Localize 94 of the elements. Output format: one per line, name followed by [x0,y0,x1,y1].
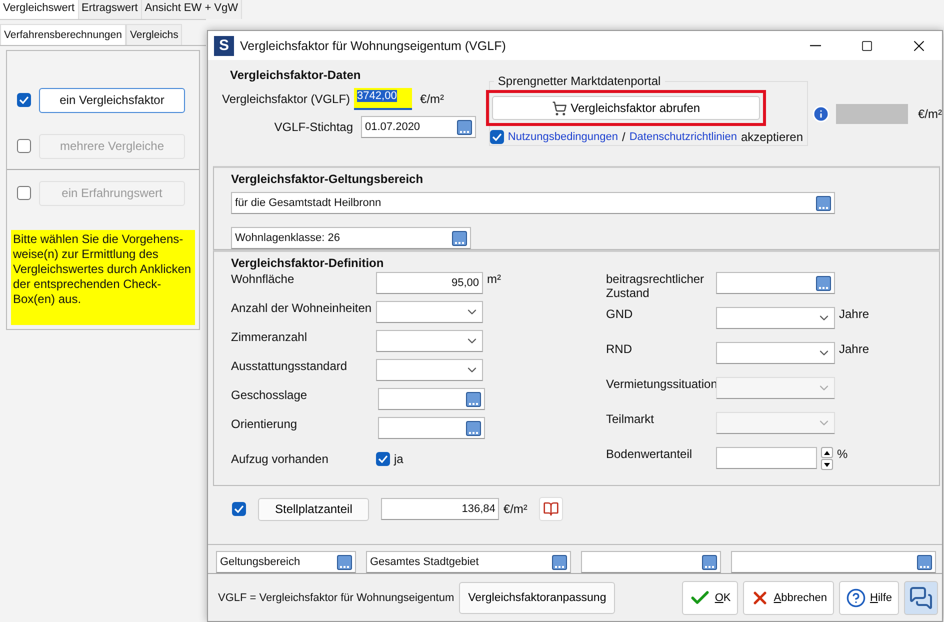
tab[interactable]: Vergleichswert [0,0,79,19]
field-label: Wohnfläche [231,272,296,286]
lookup-field[interactable] [716,272,835,294]
dropdown-field[interactable] [376,330,483,352]
field-label: VGLF-Stichtag [273,120,354,134]
checkbox[interactable] [17,93,31,107]
checkbox[interactable] [232,502,246,516]
section-heading: Vergleichsfaktor-Definition [231,256,385,270]
lookup-icon[interactable] [816,276,831,290]
lookup-icon[interactable] [552,554,567,570]
field-label: Orientierung [231,417,298,431]
field-label: Ausstattungsstandard [231,359,348,373]
parking-share-button[interactable]: Stellplatzanteil [258,498,370,520]
dropdown-field[interactable] [716,342,835,364]
lookup-field[interactable] [378,417,485,439]
minimize-icon [810,44,820,46]
field-label: Zimmeranzahl [231,330,308,344]
filter-lookup-field[interactable]: Geltungsbereich [216,551,356,573]
tab[interactable]: Verfahrensberechnungen [0,24,126,45]
lookup-icon[interactable] [702,554,717,570]
unit-label: €/m² [420,92,444,106]
cancel-button[interactable]: Abbrechen [742,580,834,614]
separator-text: / [622,130,626,144]
lookup-icon[interactable] [457,120,472,134]
lookup-icon[interactable] [816,196,831,210]
unit-label: Jahre [839,342,870,356]
class-lookup-field[interactable]: Wohnlagenklasse: 26 [231,227,471,249]
lookup-icon[interactable] [917,554,932,570]
section-heading: Vergleichsfaktor-Daten [230,68,362,82]
filter-lookup-field[interactable] [581,551,721,573]
section-heading: Vergleichsfaktor-Geltungsbereich [231,172,424,186]
hint-text: Bitte wählen Sie die Vorgehens-weise(n) zur Ermittlung des Vergleichswertes durch Anklicken der entsprechenden Check-Box(en) aus. [11,230,195,325]
chat-icon [909,586,933,610]
lookup-icon[interactable] [466,420,481,436]
field-label: Teilmarkt [606,412,656,426]
spin-down-button[interactable] [821,459,833,470]
result-field [836,104,908,124]
tab[interactable]: Ansicht EW + VgW [142,0,242,19]
field-label: GND [606,307,634,321]
number-field[interactable]: 95,00 [376,272,483,294]
area-lookup-field[interactable]: für die Gesamtstadt Heilbronn [231,192,835,214]
dropdown-field[interactable] [376,301,483,323]
field-label: Geschosslage [231,388,308,402]
dropdown-field[interactable] [716,307,835,329]
lookup-icon[interactable] [452,230,467,246]
filter-lookup-field[interactable]: Gesamtes Stadtgebiet [366,551,571,573]
accept-label: akzeptieren [740,130,803,144]
chat-button[interactable] [904,580,938,614]
field-label: beitragsrechtlicher Zustand [606,272,706,300]
help-button[interactable]: Hilfe [838,580,899,614]
lookup-icon[interactable] [337,554,352,570]
help-icon [846,588,866,608]
field-label: Vermietungssituation [606,377,716,391]
unit-label: €/m² [918,107,942,121]
option-button[interactable]: ein Vergleichsfaktor [39,88,185,112]
filter-lookup-field[interactable] [731,551,936,573]
date-field[interactable]: 01.07.2020 [361,116,476,138]
dropdown-field[interactable] [376,359,483,381]
number-field[interactable]: 136,84 [381,498,500,520]
app-logo: S [214,36,234,56]
down-arrow-icon [824,462,830,466]
privacy-link[interactable]: Datenschutzrichtlinien [629,131,737,143]
unit-label: Jahre [839,307,870,321]
unit-label: €/m² [503,502,528,516]
book-icon [543,501,560,517]
number-field[interactable] [716,447,817,469]
unit-label: m² [487,272,501,286]
cart-icon [552,100,567,116]
checkbox[interactable] [376,452,390,466]
field-label: Aufzug vorhanden [231,452,330,466]
checkbox-label: ja [394,452,404,466]
factor-field[interactable]: 3742,00 [354,88,412,110]
field-label: RND [606,342,633,356]
adjustment-button[interactable]: Vergleichsfaktoranpassung [459,582,616,614]
spin-up-button[interactable] [821,447,833,458]
group-label: Sprengnetter Marktdatenportal [496,74,662,88]
field-label: Bodenwertanteil [606,447,694,461]
fetch-button[interactable]: Vergleichsfaktor abrufen [492,96,760,120]
unit-label: % [837,447,848,461]
up-arrow-icon [824,450,830,454]
abbreviation-note: VGLF = Vergleichsfaktor für Wohnungseigentum [218,592,454,604]
maximize-icon [861,40,873,52]
help-book-button[interactable] [539,497,564,521]
field-label: Vergleichsfaktor (VGLF) [222,92,350,106]
checkbox[interactable] [490,130,504,144]
window-title: Vergleichsfaktor für Wohnungseigentum (VGLF) [240,38,507,52]
tab[interactable]: Ertragswert [78,0,142,19]
field-label: Anzahl der Wohneinheiten [231,301,373,315]
ok-button[interactable]: OK [682,580,738,614]
tab[interactable]: Vergleichs [126,24,182,45]
lookup-field[interactable] [378,388,485,410]
lookup-icon[interactable] [466,392,481,406]
terms-link[interactable]: Nutzungsbedingungen [508,131,618,143]
info-icon[interactable] [812,105,830,123]
